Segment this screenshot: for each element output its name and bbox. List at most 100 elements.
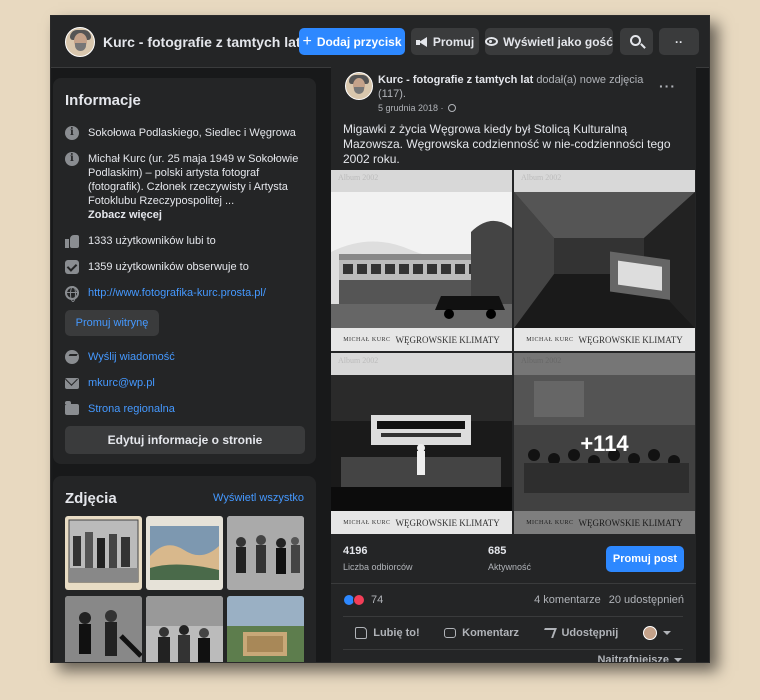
album-label: Album 2002	[338, 356, 379, 365]
add-button-button[interactable]: Dodaj przycisk	[299, 28, 405, 55]
promote-site-button[interactable]: Promuj witrynę	[65, 310, 159, 336]
album-label: Album 2002	[338, 173, 379, 182]
photos-card: Zdjęcia Wyświetl wszystko	[53, 476, 316, 662]
photo-thumbnail[interactable]	[65, 516, 142, 590]
page-name[interactable]: Kurc - fotografie z tamtych lat	[103, 34, 301, 50]
email-row: mkurc@wp.pl	[65, 376, 310, 390]
post-photo[interactable]: Album 2002 MICHAŁ KURC WĘGROWSKIE KLIMAT…	[331, 170, 512, 351]
love-reaction-icon	[353, 594, 365, 606]
post-photo[interactable]: Album 2002 MICHAŁ KURC WĘGROWSKIE KLIMAT	[514, 170, 695, 351]
edit-page-info-button[interactable]: Edytuj informacje o stronie	[65, 426, 305, 454]
reach-value: 4196	[343, 545, 368, 557]
globe-icon	[65, 286, 79, 302]
eye-icon	[485, 37, 499, 46]
post-insights: 4196 Liczba odbiorców 685 Aktywność Prom…	[331, 534, 696, 584]
folder-icon	[65, 401, 79, 415]
comment-button[interactable]: Komentarz	[444, 627, 519, 639]
follow-check-icon	[65, 260, 79, 274]
share-arrow-icon	[541, 628, 558, 638]
app-window: Kurc - fotografie z tamtych lat Dodaj pr…	[50, 15, 710, 663]
feed-post: Kurc - fotografie z tamtych lat dodał(a)…	[331, 64, 696, 662]
post-actions: Lubię to! Komentarz Udostępnij	[343, 616, 683, 650]
more-button[interactable]: ··	[659, 28, 699, 55]
chevron-down-icon	[674, 658, 682, 662]
info-icon	[65, 126, 79, 140]
thumbs-up-icon	[65, 234, 79, 248]
post-author-avatar[interactable]	[345, 72, 373, 100]
photo-caption: MICHAŁ KURC WĘGROWSKIE KLIMATY	[331, 328, 512, 351]
post-date-text: 5 grudnia 2018 ·	[378, 103, 444, 113]
email-link[interactable]: mkurc@wp.pl	[88, 376, 155, 390]
photos-title: Zdjęcia	[65, 490, 117, 507]
engagement-counts: 4 komentarze 20 udostępnień	[534, 594, 684, 606]
website-link[interactable]: http://www.fotografika-kurc.prosta.pl/	[88, 286, 266, 300]
thumbs-up-icon	[355, 627, 368, 639]
messenger-icon	[65, 350, 79, 364]
comments-count[interactable]: 4 komentarze	[534, 594, 601, 606]
page-topbar: Kurc - fotografie z tamtych lat Dodaj pr…	[51, 16, 709, 68]
see-more-link[interactable]: Zobacz więcej	[88, 209, 162, 221]
avatar	[642, 626, 657, 640]
bio-row: Michał Kurc (ur. 25 maja 1949 w Sokołowi…	[65, 152, 310, 222]
promote-label: Promuj	[432, 34, 475, 49]
post-author-name[interactable]: Kurc - fotografie z tamtych lat	[378, 74, 533, 86]
comment-sort-dropdown[interactable]: Najtrafniejsze	[597, 654, 682, 662]
post-as-selector[interactable]	[642, 626, 671, 640]
comment-icon	[444, 628, 457, 638]
more-dots: ··	[675, 34, 683, 49]
engagement-label: Aktywność	[488, 562, 532, 572]
promote-post-button[interactable]: Promuj post	[606, 546, 684, 572]
reactions-summary[interactable]: 74	[343, 594, 383, 606]
reaction-count: 74	[371, 594, 384, 606]
post-text: Migawki z życia Węgrowa kiedy był Stolic…	[343, 122, 671, 166]
post-header: Kurc - fotografie z tamtych lat dodał(a)…	[378, 73, 648, 101]
megaphone-icon	[415, 36, 428, 47]
globe-icon	[447, 104, 456, 112]
photo-thumbnail[interactable]	[227, 516, 304, 590]
post-photo[interactable]: Album 2002 MICHAŁ KURC WĘGROWSKIE KLIMAT…	[331, 353, 512, 534]
photo-thumbnail[interactable]	[65, 596, 142, 662]
photo-thumbnail[interactable]	[146, 596, 223, 662]
chevron-down-icon	[662, 631, 671, 635]
engagement-value: 685	[488, 545, 507, 557]
location-text: Sokołowa Podlaskiego, Siedlec i Węgrowa	[88, 127, 296, 139]
send-message-link[interactable]: Wyślij wiadomość	[88, 350, 175, 364]
followers-text: 1359 użytkowników obserwuje to	[88, 261, 249, 273]
album-label: Album 2002	[521, 173, 562, 182]
post-photo[interactable]: Album 2002 MICHAŁ KURC WĘGROWSKIE KLIMAT…	[514, 353, 695, 534]
view-as-guest-button[interactable]: Wyświetl jako gość	[485, 28, 613, 55]
photo-thumbnail[interactable]	[146, 516, 223, 590]
more-photos-overlay[interactable]: +114	[514, 353, 695, 534]
info-title: Informacje	[65, 92, 141, 109]
page-avatar[interactable]	[65, 27, 95, 57]
followers-row: 1359 użytkowników obserwuje to	[65, 260, 310, 274]
category-link[interactable]: Strona regionalna	[88, 402, 175, 416]
add-button-label: Dodaj przycisk	[316, 34, 402, 49]
likes-row: 1333 użytkowników lubi to	[65, 234, 310, 248]
search-icon	[630, 35, 641, 46]
shares-count[interactable]: 20 udostępnień	[609, 594, 684, 606]
message-row: Wyślij wiadomość	[65, 350, 310, 364]
see-all-photos-link[interactable]: Wyświetl wszystko	[213, 492, 304, 504]
mail-icon	[65, 378, 79, 389]
share-button[interactable]: Udostępnij	[541, 627, 618, 639]
photo-caption: MICHAŁ KURC WĘGROWSKIE KLIMATY	[514, 328, 695, 351]
website-row: http://www.fotografika-kurc.prosta.pl/	[65, 286, 310, 302]
category-row: Strona regionalna	[65, 401, 310, 416]
like-button[interactable]: Lubię to!	[355, 627, 420, 639]
photo-thumbnail[interactable]	[227, 596, 304, 662]
bio-text: Michał Kurc (ur. 25 maja 1949 w Sokołowi…	[88, 153, 299, 207]
plus-icon	[302, 33, 311, 51]
info-card: Informacje Sokołowa Podlaskiego, Siedlec…	[53, 78, 316, 464]
post-photo-grid: Album 2002 MICHAŁ KURC WĘGROWSKIE KLIMAT…	[331, 170, 696, 534]
promote-button[interactable]: Promuj	[411, 28, 479, 55]
location-row: Sokołowa Podlaskiego, Siedlec i Węgrowa	[65, 126, 310, 140]
post-date[interactable]: 5 grudnia 2018 ·	[378, 103, 456, 113]
post-options-button[interactable]: ···	[659, 78, 676, 94]
search-button[interactable]	[620, 28, 653, 55]
view-as-guest-label: Wyświetl jako gość	[503, 34, 613, 49]
photo-caption: MICHAŁ KURC WĘGROWSKIE KLIMATY	[331, 511, 512, 534]
reach-label: Liczba odbiorców	[343, 562, 413, 572]
likes-text: 1333 użytkowników lubi to	[88, 235, 216, 247]
info-icon	[65, 152, 79, 166]
